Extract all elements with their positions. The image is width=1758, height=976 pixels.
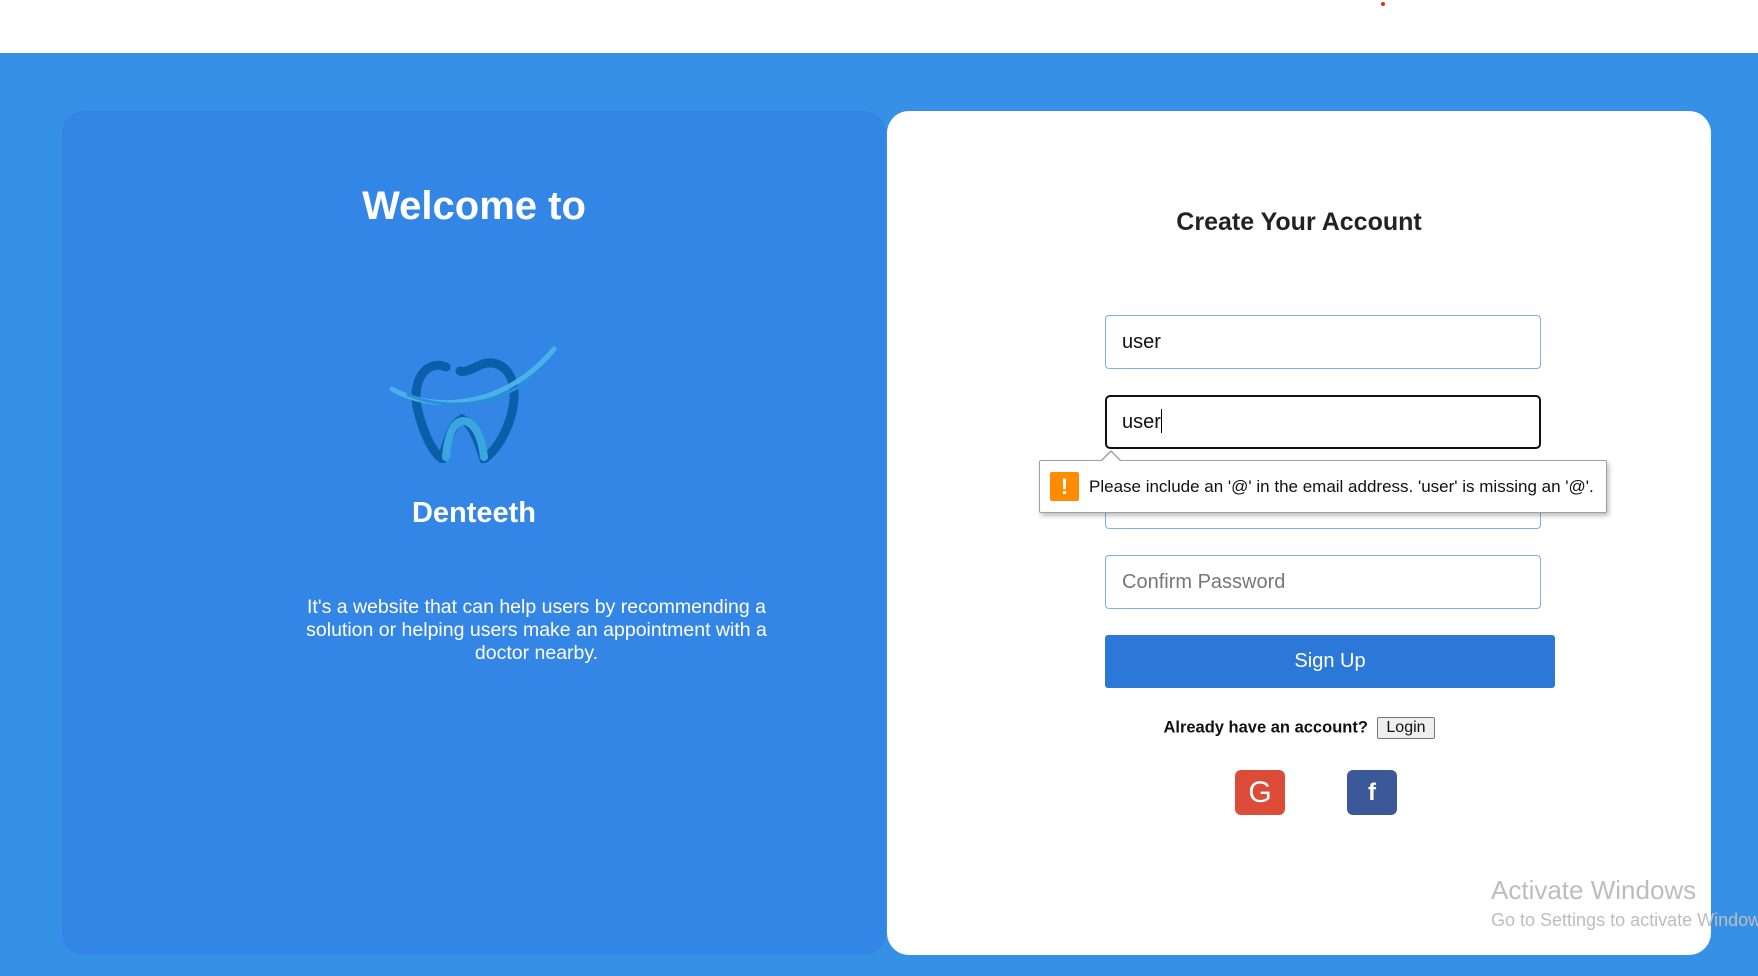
indicator-dot xyxy=(1381,2,1385,6)
validation-tooltip: ! Please include an '@' in the email add… xyxy=(1039,450,1607,513)
warning-icon: ! xyxy=(1050,472,1079,501)
username-value: user xyxy=(1122,331,1161,353)
email-input[interactable]: user xyxy=(1105,395,1541,449)
facebook-signin-button[interactable]: f xyxy=(1347,770,1397,815)
form-title: Create Your Account xyxy=(1176,208,1422,236)
username-input[interactable]: user xyxy=(1105,315,1541,369)
welcome-panel: Welcome to Denteeth It's a website that … xyxy=(62,111,886,955)
watermark-subtitle: Go to Settings to activate Windows. xyxy=(1491,910,1758,930)
watermark-title: Activate Windows xyxy=(1491,875,1697,905)
tooltip-message: Please include an '@' in the email addre… xyxy=(1089,477,1594,496)
signup-panel: Create Your Account user user Sign Up Al… xyxy=(887,111,1711,955)
welcome-title: Welcome to xyxy=(362,184,586,228)
sign-up-button[interactable]: Sign Up xyxy=(1105,635,1555,688)
confirm-password-input[interactable] xyxy=(1105,555,1541,609)
login-button[interactable]: Login xyxy=(1377,717,1435,739)
tooltip-arrow-fill xyxy=(1101,452,1121,462)
activate-windows-watermark: Activate Windows Go to Settings to activ… xyxy=(1491,874,1758,932)
text-caret xyxy=(1160,408,1162,433)
site-description: It's a website that can help users by re… xyxy=(306,596,767,664)
top-bar xyxy=(0,0,1758,53)
google-signin-button[interactable]: G xyxy=(1235,770,1285,815)
already-have-account-text: Already have an account? xyxy=(1163,718,1368,737)
brand-name: Denteeth xyxy=(411,497,537,529)
tooth-logo-icon xyxy=(389,346,557,463)
login-row: Already have an account? Login xyxy=(887,717,1711,739)
email-value: user xyxy=(1122,411,1161,433)
